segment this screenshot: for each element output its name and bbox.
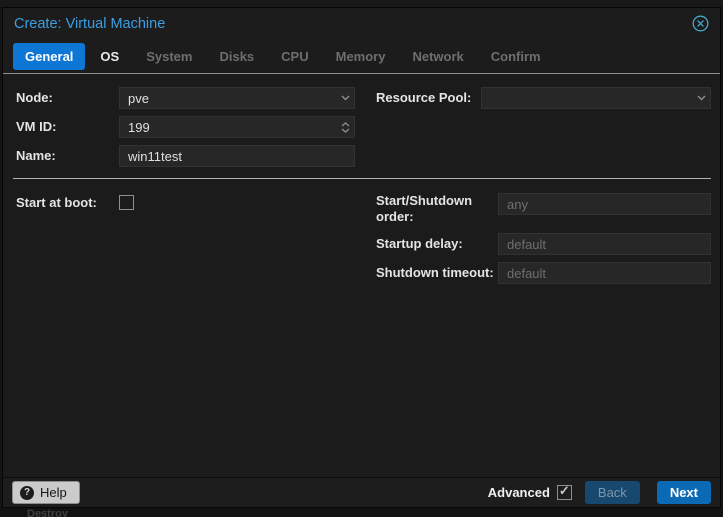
startup-order-label: Start/Shutdown order: [376, 193, 473, 224]
vm-id-input[interactable] [119, 116, 355, 138]
dialog-titlebar: Create: Virtual Machine [3, 8, 720, 39]
shutdown-timeout-field[interactable] [498, 262, 711, 284]
screen: Destroy Create: Virtual Machine General … [0, 0, 723, 517]
advanced-label: Advanced [487, 485, 550, 500]
vm-id-spinner[interactable] [119, 116, 355, 138]
tab-network: Network [412, 48, 464, 64]
tab-memory: Memory [335, 48, 386, 64]
question-circle-icon: ? [20, 485, 34, 500]
wizard-tabbar: General OS System Disks CPU Memory Netwo… [3, 39, 720, 73]
start-at-boot-checkbox[interactable] [119, 195, 134, 210]
dialog-title: Create: Virtual Machine [14, 15, 166, 32]
start-at-boot-label: Start at boot: [16, 195, 97, 210]
back-button[interactable]: Back [584, 481, 640, 504]
background-page-top [0, 0, 723, 7]
name-label: Name: [16, 148, 56, 163]
node-combobox[interactable] [119, 87, 355, 109]
tab-cpu: CPU [281, 48, 309, 64]
tab-system: System [146, 48, 193, 64]
section-separator [13, 178, 711, 179]
footer-actions: Advanced Back Next [488, 481, 711, 504]
shutdown-timeout-input[interactable] [498, 262, 711, 284]
resource-pool-combobox[interactable] [481, 87, 711, 109]
resource-pool-input[interactable] [481, 87, 711, 109]
startup-order-field[interactable] [498, 193, 711, 215]
tab-os[interactable]: OS [88, 43, 131, 70]
startup-delay-input[interactable] [498, 233, 711, 255]
background-page-bottom: Destroy [0, 508, 723, 517]
help-button-label: Help [40, 485, 67, 500]
name-input[interactable] [119, 145, 355, 167]
advanced-checkbox[interactable] [556, 483, 572, 500]
shutdown-timeout-label: Shutdown timeout: [376, 265, 494, 280]
up-down-chevrons-icon[interactable] [341, 116, 350, 138]
resource-pool-label: Resource Pool: [376, 90, 472, 105]
node-label: Node: [16, 90, 53, 105]
startup-delay-label: Startup delay: [376, 236, 463, 251]
chevron-down-icon[interactable] [341, 87, 350, 109]
next-button[interactable]: Next [656, 481, 711, 504]
background-partial-text: Destroy [27, 508, 68, 517]
startup-delay-field[interactable] [498, 233, 711, 255]
vm-id-label: VM ID: [16, 119, 57, 134]
dialog-footer: ? Help Advanced Back Next [3, 477, 720, 507]
tab-general[interactable]: General [13, 42, 86, 70]
create-vm-dialog: Create: Virtual Machine General OS Syste… [2, 7, 721, 508]
close-icon[interactable] [692, 15, 709, 32]
tab-disks: Disks [219, 48, 255, 64]
help-button[interactable]: ? Help [12, 481, 80, 504]
node-input[interactable] [119, 87, 355, 109]
chevron-down-icon[interactable] [697, 87, 706, 109]
name-field[interactable] [119, 145, 355, 167]
tab-confirm: Confirm [490, 48, 541, 64]
startup-order-input[interactable] [498, 193, 711, 215]
